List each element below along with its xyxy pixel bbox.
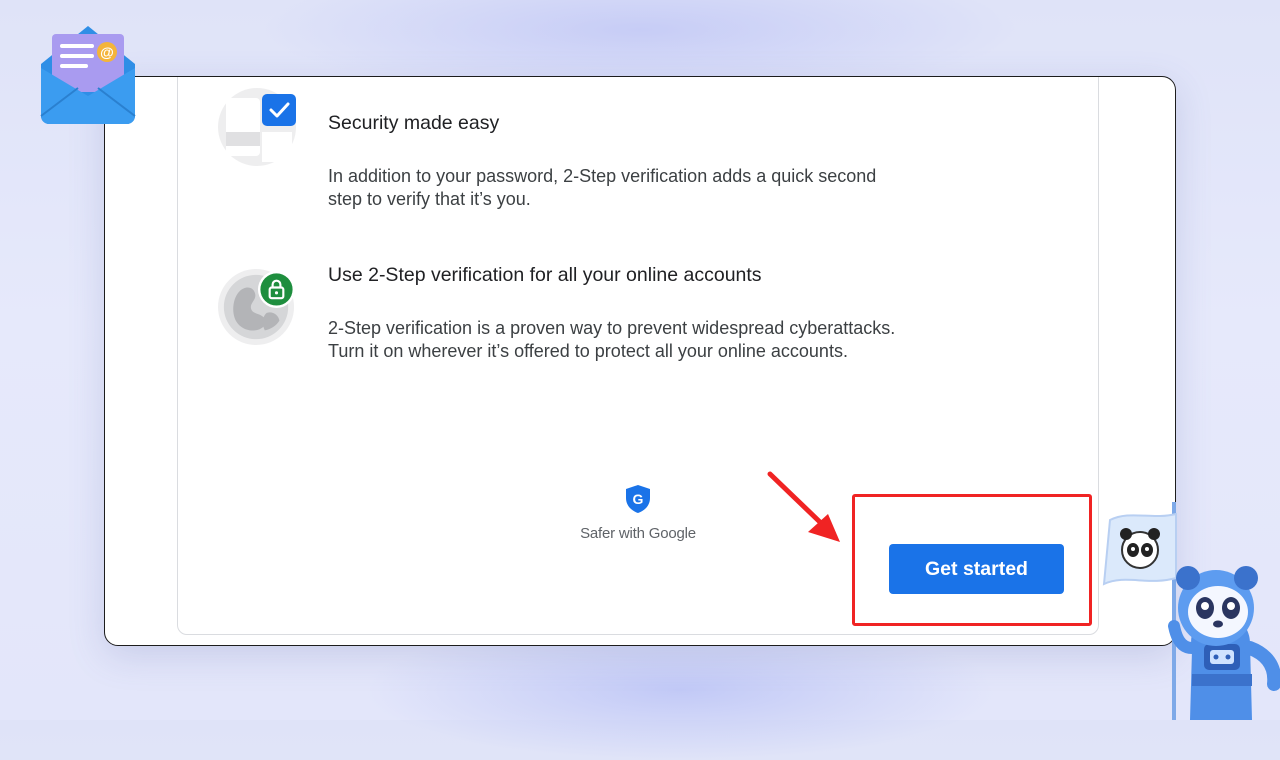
feature-title: Security made easy [328, 112, 500, 134]
google-shield-icon: G [626, 485, 650, 513]
svg-text:@: @ [100, 44, 114, 60]
globe-lock-icon [218, 268, 296, 346]
feature-description: In addition to your password, 2-Step ver… [328, 166, 877, 209]
safer-with-google-badge: G Safer with Google [568, 484, 708, 542]
shield-letter: G [633, 491, 644, 507]
checkbox-icon [218, 88, 296, 166]
panda-mascot-icon [1102, 502, 1280, 720]
feature-description: 2-Step verification is a proven way to p… [328, 318, 896, 361]
feature-title: Use 2-Step verification for all your onl… [328, 264, 762, 286]
safer-with-google-text: Safer with Google [580, 525, 696, 542]
mail-icon: @ [40, 26, 136, 124]
annotation-highlight-box [852, 494, 1092, 626]
annotation-arrow-icon [767, 471, 840, 542]
